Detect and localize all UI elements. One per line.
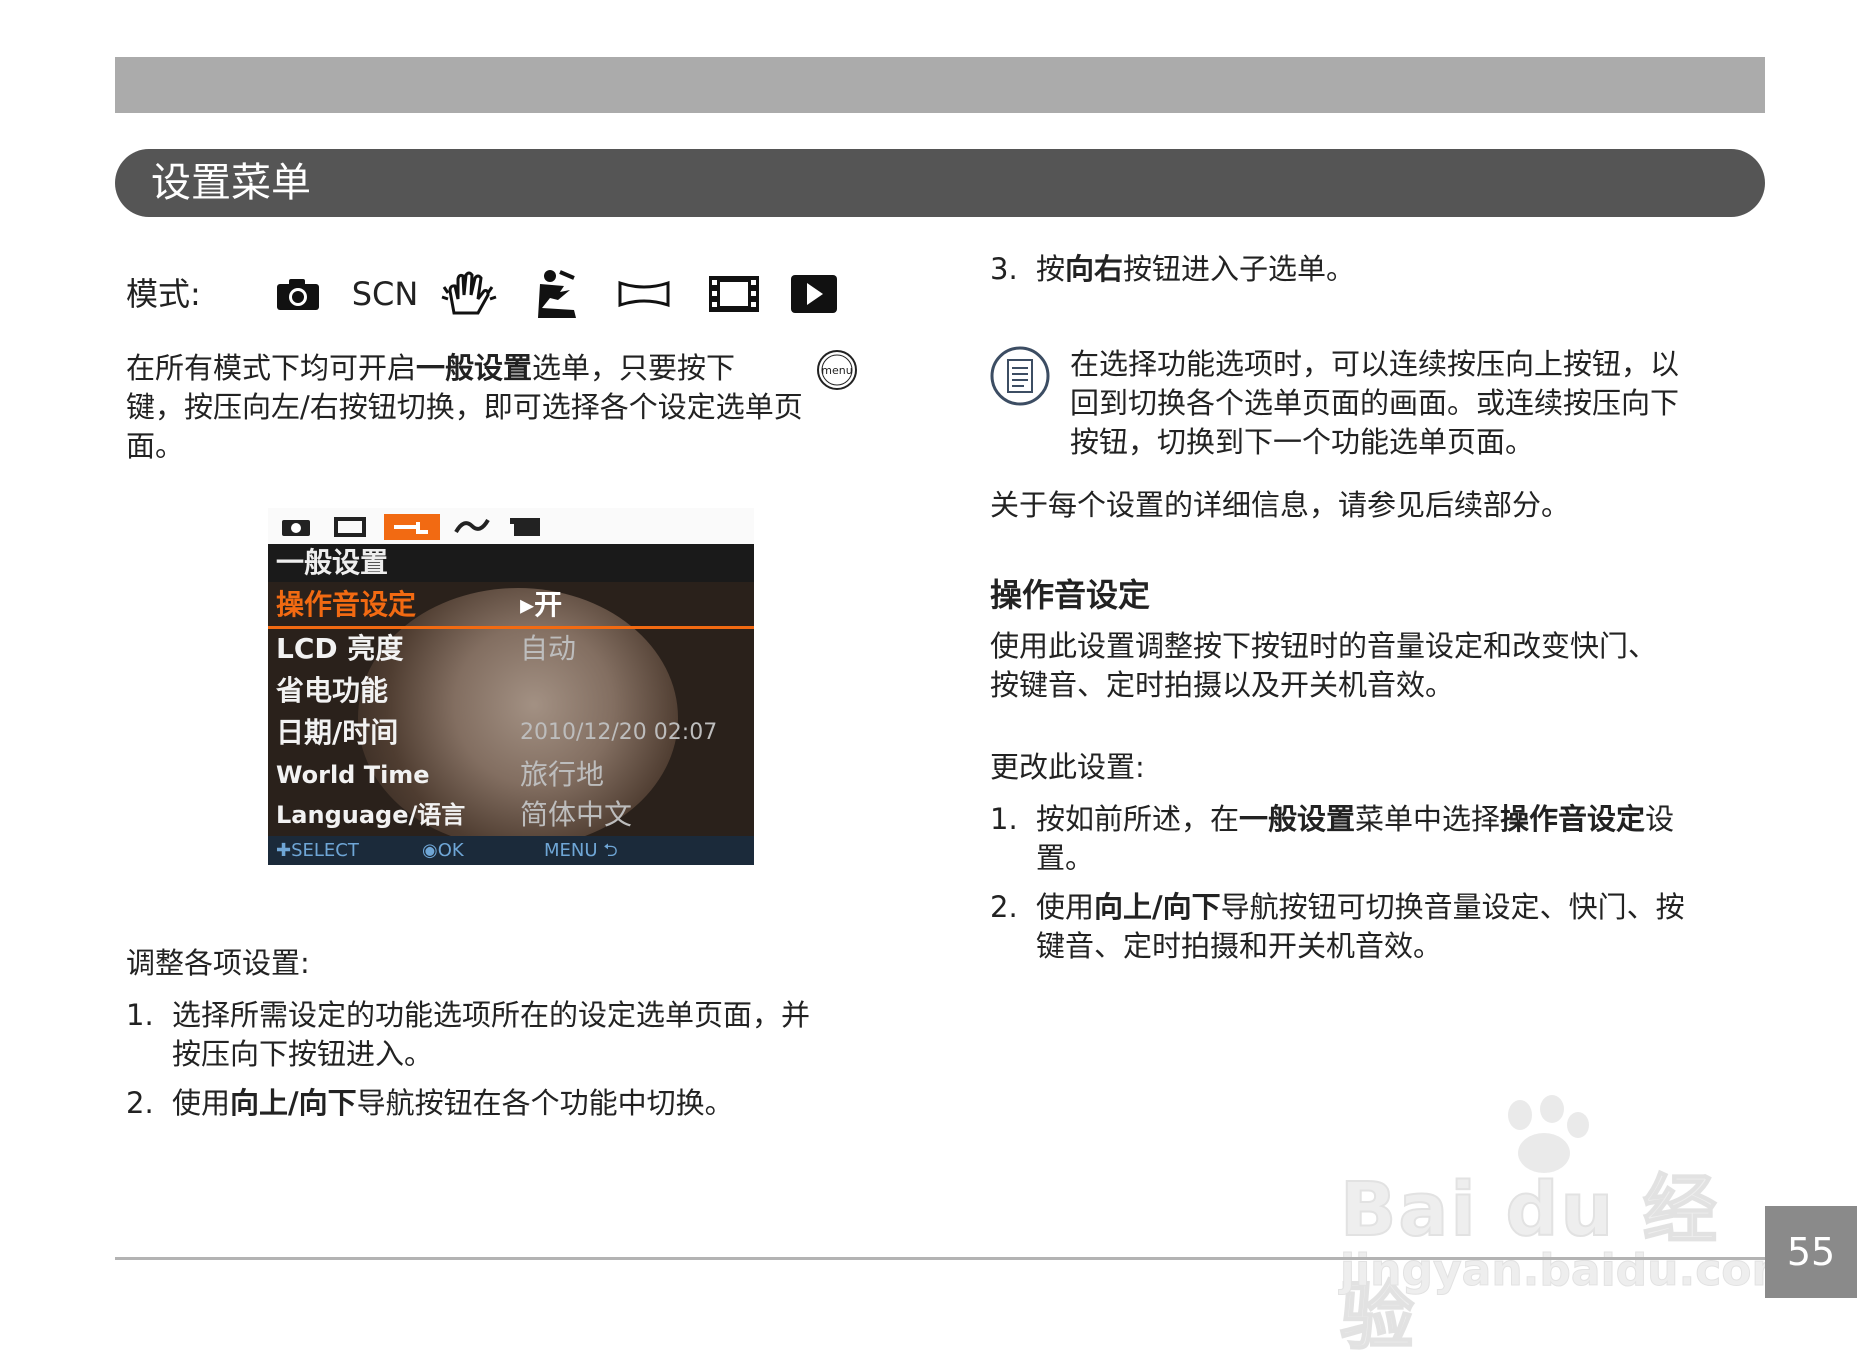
- note-line-1: 在选择功能选项时，可以连续按压向上按钮，以: [1070, 347, 1680, 381]
- screen-tab-camera-icon: [276, 514, 320, 540]
- step-number: 1.: [126, 998, 154, 1032]
- screen-tab-settings-icon: [384, 514, 440, 540]
- step-number: 3.: [990, 252, 1018, 286]
- watermark-url: jingyan.baidu.com: [1339, 1245, 1798, 1297]
- screen-row-value: 旅行地: [520, 758, 605, 791]
- movie-icon: [704, 268, 764, 320]
- screen-row-label: World Time: [276, 761, 430, 789]
- screen-footer-menu: MENU ⮌: [544, 840, 618, 861]
- right-step-3: 按向右按钮进入子选单。: [1036, 252, 1356, 286]
- screen-row-label: 省电功能: [276, 674, 389, 707]
- screen-row-label: Language/语言: [276, 801, 466, 829]
- intro-bold: 一般设置: [416, 351, 533, 385]
- panorama-icon: [614, 268, 674, 320]
- screen-footer: ✚SELECT ◉OK MENU ⮌: [268, 836, 754, 865]
- right-step-1-line-2: 置。: [1036, 841, 1095, 875]
- screen-row-value: 简体中文: [520, 798, 633, 831]
- menu-button-label: menu: [821, 364, 852, 377]
- mode-label: 模式:: [126, 275, 201, 313]
- screen-row: Language/语言 简体中文: [268, 794, 754, 836]
- right-step-1-line-1: 按如前所述，在一般设置菜单中选择操作音设定设: [1036, 802, 1675, 836]
- screen-row: LCD 亮度 自动: [268, 628, 754, 670]
- menu-button-icon: menu: [816, 349, 858, 391]
- camera-screen: 一般设置 操作音设定 ▸开 LCD 亮度 自动 省电功能 日期/时间 2010/…: [268, 508, 754, 865]
- intro-line-2: 键，按压向左/右按钮切换，即可选择各个设定选单页: [126, 390, 803, 424]
- left-step-1-line-2: 按压向下按钮进入。: [172, 1037, 434, 1071]
- screen-tab-frame-icon: [330, 514, 374, 540]
- screen-tabs: [268, 508, 754, 544]
- screen-footer-select: ✚SELECT: [276, 840, 359, 861]
- change-heading: 更改此设置:: [990, 750, 1145, 784]
- camera-icon: [272, 268, 324, 320]
- portrait-pose-icon: [528, 268, 586, 320]
- screen-footer-ok: ◉OK: [422, 840, 464, 861]
- intro-line-1: 在所有模式下均可开启一般设置选单，只要按下: [126, 349, 906, 388]
- page-number: 55: [1765, 1206, 1857, 1298]
- screen-menu-header: 一般设置: [268, 544, 754, 582]
- screen-row: 操作音设定 ▸开: [268, 584, 754, 629]
- screen-row-value: 自动: [520, 632, 577, 665]
- screen-tab-wave-icon: [452, 514, 496, 540]
- play-icon: [788, 268, 840, 320]
- screen-row: 省电功能: [268, 670, 754, 712]
- screen-row-label: LCD 亮度: [276, 632, 404, 665]
- baidu-watermark: Bai du 经验 jingyan.baidu.com: [1339, 1095, 1798, 1361]
- hand-shake-icon: [438, 268, 500, 320]
- intro-text: 在所有模式下均可开启: [126, 351, 417, 385]
- screen-row: World Time 旅行地: [268, 754, 754, 796]
- note-line-2: 回到切换各个选单页面的画面。或连续按压向下: [1070, 386, 1680, 420]
- right-step-2-line-1: 使用向上/向下导航按钮可切换音量设定、快门、按: [1036, 890, 1685, 924]
- screen-row: 日期/时间 2010/12/20 02:07: [268, 712, 754, 754]
- intro-text-cont: 选单，只要按下: [532, 351, 736, 385]
- details-reference: 关于每个设置的详细信息，请参见后续部分。: [990, 488, 1571, 522]
- note-line-3: 按钮，切换到下一个功能选单页面。: [1070, 425, 1535, 459]
- step-number: 2.: [126, 1086, 154, 1120]
- screen-row-value: ▸开: [520, 588, 563, 621]
- screen-row-label: 日期/时间: [276, 716, 399, 749]
- right-step-2-line-2: 键音、定时拍摄和开关机音效。: [1036, 929, 1443, 963]
- left-step-1-line-1: 选择所需设定的功能选项所在的设定选单页面，并: [172, 998, 811, 1032]
- adjust-heading: 调整各项设置:: [126, 946, 310, 980]
- top-banner: [115, 57, 1765, 113]
- screen-row-label: 操作音设定: [276, 588, 417, 621]
- footer-divider: [115, 1257, 1765, 1260]
- step-number: 1.: [990, 802, 1018, 836]
- section-title: 操作音设定: [990, 576, 1151, 614]
- section-desc-line-1: 使用此设置调整按下按钮时的音量设定和改变快门、: [990, 629, 1658, 663]
- intro-line-3: 面。: [126, 429, 185, 463]
- page-title: 设置菜单: [115, 149, 1765, 217]
- section-desc-line-2: 按键音、定时拍摄以及开关机音效。: [990, 668, 1455, 702]
- screen-tab-card-icon: [506, 514, 550, 540]
- note-icon: [990, 346, 1050, 406]
- screen-row-value: 2010/12/20 02:07: [520, 720, 718, 745]
- left-step-2: 使用向上/向下导航按钮在各个功能中切换。: [172, 1086, 734, 1120]
- step-number: 2.: [990, 890, 1018, 924]
- scn-mode-label: SCN: [351, 275, 419, 313]
